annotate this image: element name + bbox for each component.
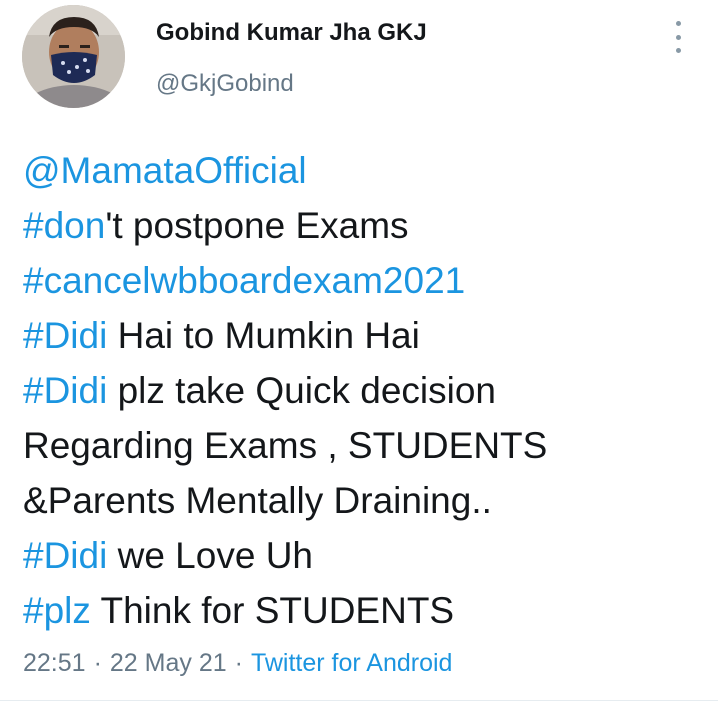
tweet-text: @MamataOfficial #don't postpone Exams #can… [23, 143, 703, 638]
meta-separator: · [234, 649, 243, 677]
tweet-text-segment: &Parents Mentally Draining.. [23, 480, 492, 521]
tweet-date[interactable]: 22 May 21 [110, 649, 227, 677]
hashtag-link[interactable]: #Didi [23, 535, 107, 576]
hashtag-link[interactable]: #Didi [23, 370, 107, 411]
mention-link[interactable]: @MamataOfficial [23, 150, 307, 191]
tweet-line: Regarding Exams , STUDENTS [23, 418, 703, 473]
hashtag-link[interactable]: #cancelwbboardexam2021 [23, 260, 465, 301]
hashtag-link[interactable]: #plz [23, 590, 91, 631]
tweet-source[interactable]: Twitter for Android [251, 649, 452, 677]
tweet-text-segment: we Love Uh [107, 535, 313, 576]
tweet-line: #don't postpone Exams [23, 198, 703, 253]
hashtag-link[interactable]: #don [23, 205, 105, 246]
tweet-line: @MamataOfficial [23, 143, 703, 198]
dot [675, 34, 681, 40]
tweet-line: #cancelwbboardexam2021 [23, 253, 703, 308]
tweet-meta: 22:51 · 22 May 21 · Twitter for Android [23, 649, 452, 678]
hashtag-link[interactable]: #Didi [23, 315, 107, 356]
dot [675, 21, 681, 26]
divider [0, 700, 718, 701]
author-handle[interactable]: @GkjGobind [156, 70, 294, 98]
meta-separator: · [93, 649, 102, 677]
more-vertical-icon[interactable] [666, 21, 690, 53]
avatar[interactable] [22, 5, 125, 108]
tweet-text-segment: 't postpone Exams [105, 205, 409, 246]
tweet-line: #Didi Hai to Mumkin Hai [23, 308, 703, 363]
tweet-text-segment: Regarding Exams , STUDENTS [23, 425, 548, 466]
tweet-line: &Parents Mentally Draining.. [23, 473, 703, 528]
dot [675, 48, 681, 53]
tweet-line: #Didi we Love Uh [23, 528, 703, 583]
author-name[interactable]: Gobind Kumar Jha GKJ [156, 19, 427, 47]
tweet-text-segment: plz take Quick decision [107, 370, 497, 411]
tweet-time[interactable]: 22:51 [23, 649, 86, 677]
tweet-line: #plz Think for STUDENTS [23, 583, 703, 638]
tweet-text-segment: Think for STUDENTS [90, 590, 455, 631]
tweet-line: #Didi plz take Quick decision [23, 363, 703, 418]
tweet-text-segment: Hai to Mumkin Hai [107, 315, 420, 356]
